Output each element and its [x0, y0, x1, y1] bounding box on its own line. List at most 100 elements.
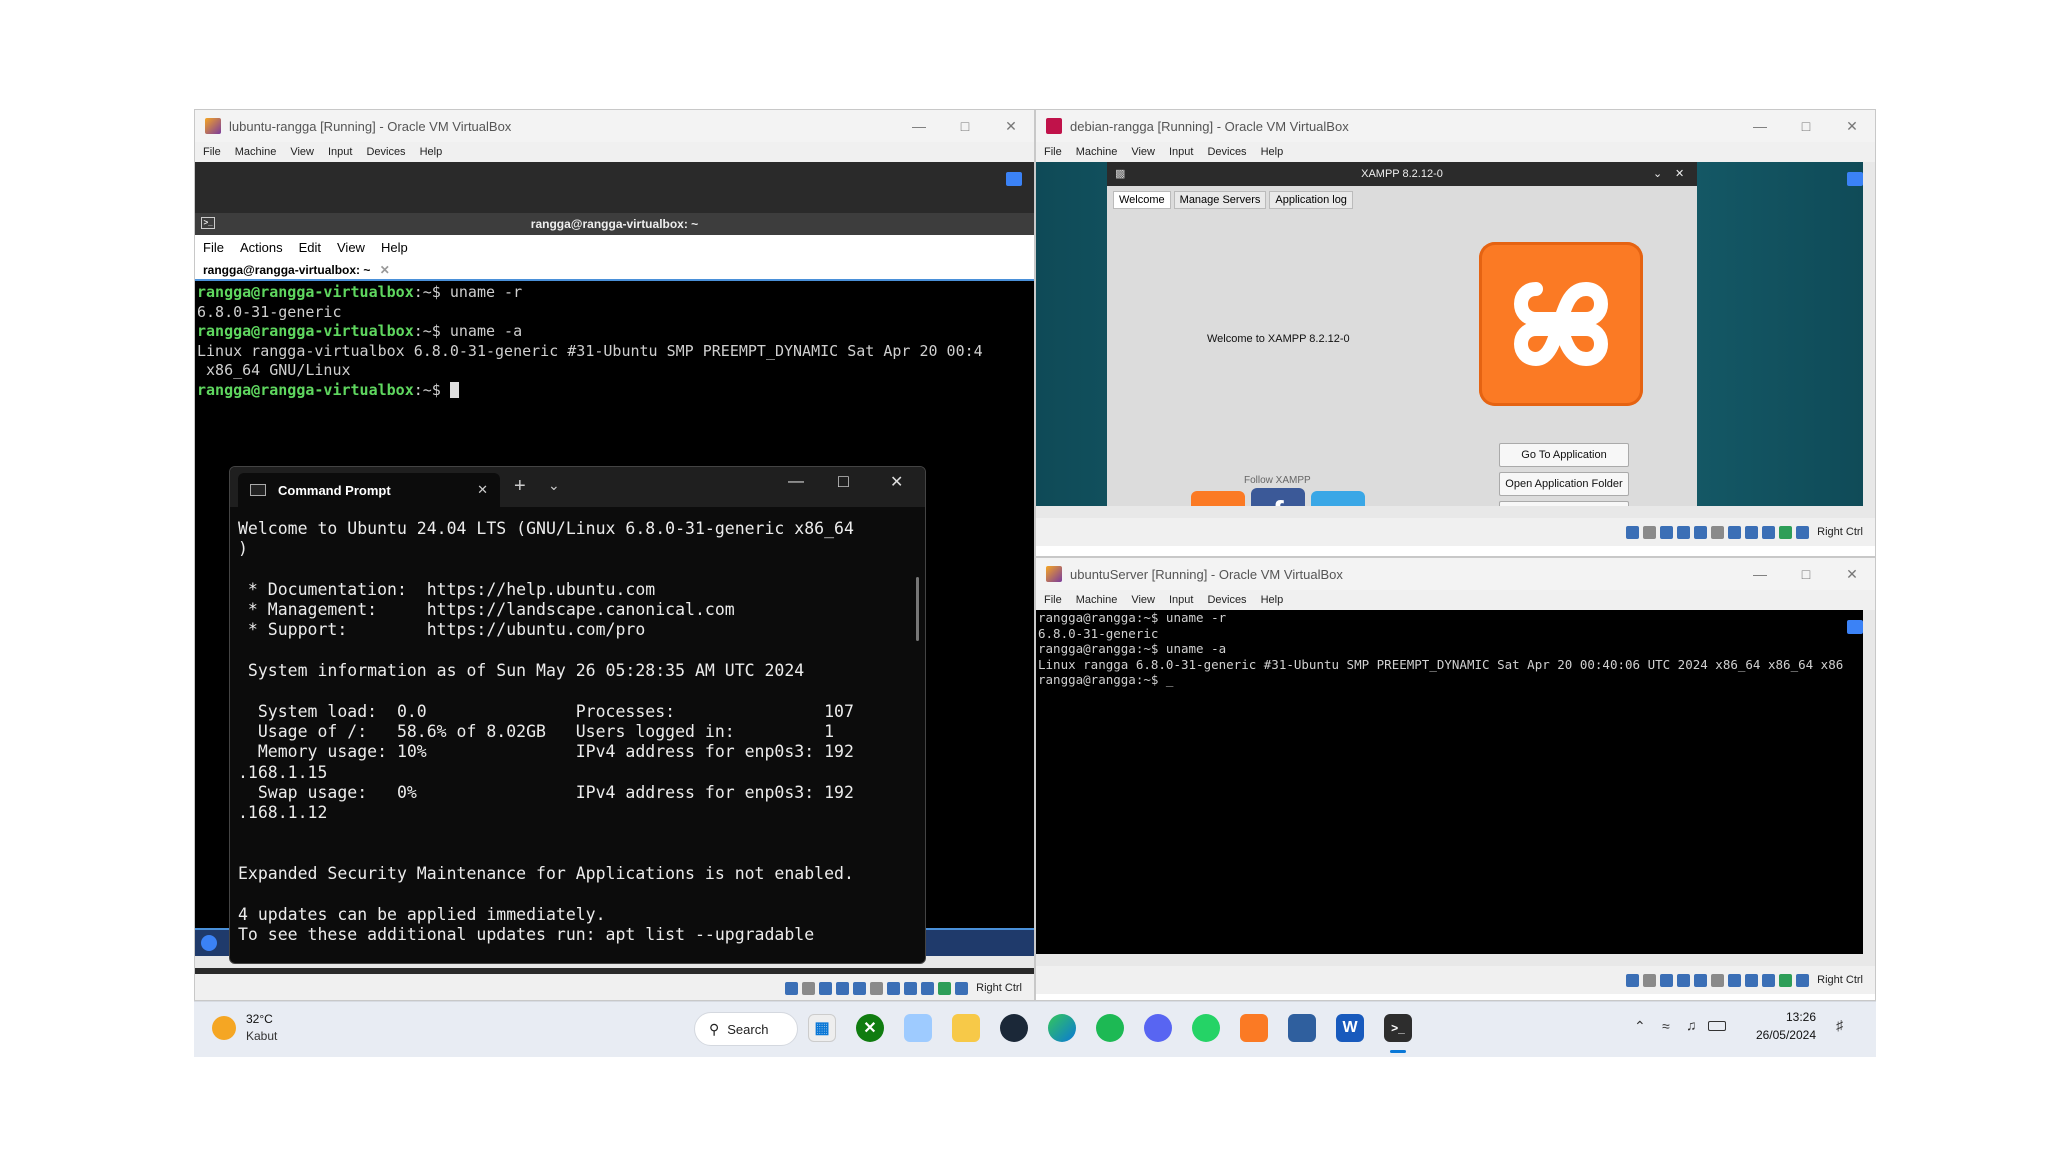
- clock-date[interactable]: 26/05/2024: [1750, 1028, 1816, 1042]
- optical-icon[interactable]: [802, 981, 816, 995]
- close-icon[interactable]: ✕: [1829, 118, 1875, 135]
- spotify-icon[interactable]: [1096, 1014, 1124, 1042]
- open-application-folder-button[interactable]: Open Application Folder: [1499, 472, 1629, 496]
- menu-view[interactable]: View: [1131, 594, 1155, 606]
- chevron-down-icon[interactable]: ⌄: [548, 477, 560, 494]
- cpu-icon[interactable]: [921, 981, 935, 995]
- volume-icon[interactable]: ♫: [1686, 1017, 1697, 1033]
- xampp-taskbar-icon[interactable]: [1240, 1014, 1268, 1042]
- guest-additions-icon[interactable]: [1779, 525, 1793, 539]
- ubuntu-server-vm-window[interactable]: ubuntuServer [Running] - Oracle VM Virtu…: [1035, 557, 1876, 1001]
- xampp-menu-icon[interactable]: ▩: [1115, 162, 1125, 186]
- guest-additions-icon[interactable]: [1779, 973, 1793, 987]
- notification-bell-icon[interactable]: ♯: [1836, 1017, 1843, 1033]
- storage-icon[interactable]: [1626, 973, 1640, 987]
- shared-folder-icon[interactable]: [1711, 973, 1725, 987]
- debian-guest-display[interactable]: ▩ XAMPP 8.2.12-0 ⌄ ✕ Welcome Manage Serv…: [1036, 162, 1875, 518]
- shared-folder-icon[interactable]: [870, 981, 884, 995]
- guest-additions-icon[interactable]: [938, 981, 952, 995]
- menu-view[interactable]: View: [290, 146, 314, 158]
- menu-devices[interactable]: Devices: [1207, 594, 1246, 606]
- tab-close-icon[interactable]: ✕: [380, 263, 390, 277]
- minimize-icon[interactable]: —: [788, 473, 804, 491]
- xbox-icon[interactable]: ✕: [856, 1014, 884, 1042]
- close-icon[interactable]: ✕: [1829, 566, 1875, 583]
- optical-icon[interactable]: [1643, 525, 1657, 539]
- recording-icon[interactable]: [1745, 973, 1759, 987]
- minimize-icon[interactable]: —: [1737, 118, 1783, 134]
- term-menu-file[interactable]: File: [203, 240, 224, 255]
- ubuntu-server-title-bar[interactable]: ubuntuServer [Running] - Oracle VM Virtu…: [1036, 558, 1875, 590]
- menu-machine[interactable]: Machine: [1076, 594, 1118, 606]
- horizontal-scrollbar[interactable]: [1036, 506, 1863, 518]
- menu-file[interactable]: File: [1044, 594, 1062, 606]
- menu-devices[interactable]: Devices: [1207, 146, 1246, 158]
- maximize-icon[interactable]: □: [1783, 566, 1829, 582]
- close-icon[interactable]: ✕: [988, 118, 1034, 135]
- display-icon[interactable]: [887, 981, 901, 995]
- menu-input[interactable]: Input: [328, 146, 352, 158]
- edge-icon[interactable]: [1048, 1014, 1076, 1042]
- debian-title-bar[interactable]: debian-rangga [Running] - Oracle VM Virt…: [1036, 110, 1875, 142]
- tab-close-icon[interactable]: ✕: [477, 482, 488, 498]
- cmd-scrollbar-thumb[interactable]: [916, 577, 919, 641]
- xampp-titlebar[interactable]: ▩ XAMPP 8.2.12-0 ⌄ ✕: [1107, 162, 1697, 186]
- taskbar-search[interactable]: ⚲ Search: [694, 1012, 798, 1046]
- new-tab-icon[interactable]: +: [514, 475, 526, 498]
- menu-input[interactable]: Input: [1169, 146, 1193, 158]
- terminal-taskbar-icon[interactable]: >_: [1384, 1014, 1412, 1042]
- mouse-integration-icon[interactable]: [1796, 973, 1810, 987]
- start-menu-icon[interactable]: [201, 935, 217, 951]
- close-icon[interactable]: ✕: [890, 472, 903, 492]
- tab-welcome[interactable]: Welcome: [1113, 191, 1171, 209]
- wifi-icon[interactable]: ≈: [1662, 1018, 1670, 1034]
- usb-icon[interactable]: [853, 981, 867, 995]
- file-explorer-icon[interactable]: [952, 1014, 980, 1042]
- battery-icon[interactable]: [1708, 1021, 1726, 1031]
- mouse-integration-icon[interactable]: [1796, 525, 1810, 539]
- audio-icon[interactable]: [1660, 525, 1674, 539]
- term-menu-view[interactable]: View: [337, 240, 365, 255]
- recording-icon[interactable]: [904, 981, 918, 995]
- chevron-up-icon[interactable]: ⌃: [1634, 1018, 1646, 1035]
- lubuntu-title-bar[interactable]: lubuntu-rangga [Running] - Oracle VM Vir…: [195, 110, 1034, 142]
- tab-manage-servers[interactable]: Manage Servers: [1173, 191, 1267, 209]
- menu-file[interactable]: File: [203, 146, 221, 158]
- microsoft-store-icon[interactable]: ▦: [808, 1014, 836, 1042]
- close-icon[interactable]: ✕: [1675, 162, 1684, 186]
- maximize-icon[interactable]: □: [1783, 118, 1829, 134]
- photos-icon[interactable]: [904, 1014, 932, 1042]
- cpu-icon[interactable]: [1762, 973, 1776, 987]
- menu-help[interactable]: Help: [420, 146, 443, 158]
- maximize-icon[interactable]: □: [838, 471, 849, 492]
- clock-time[interactable]: 13:26: [1756, 1010, 1816, 1024]
- vertical-scrollbar[interactable]: [1863, 162, 1875, 518]
- ubuntu-server-console[interactable]: rangga@rangga:~$ uname -r 6.8.0-31-gener…: [1036, 610, 1875, 966]
- maximize-icon[interactable]: □: [942, 118, 988, 134]
- network-icon[interactable]: [1677, 525, 1691, 539]
- usb-icon[interactable]: [1694, 973, 1708, 987]
- vertical-scrollbar[interactable]: [1863, 610, 1875, 966]
- weather-widget[interactable]: 32°C Kabut: [212, 1010, 332, 1050]
- word-icon[interactable]: W: [1336, 1014, 1364, 1042]
- optical-icon[interactable]: [1643, 973, 1657, 987]
- term-menu-help[interactable]: Help: [381, 240, 408, 255]
- tab-command-prompt[interactable]: Command Prompt ✕: [238, 473, 500, 507]
- menu-view[interactable]: View: [1131, 146, 1155, 158]
- network-icon[interactable]: [1677, 973, 1691, 987]
- xampp-window[interactable]: ▩ XAMPP 8.2.12-0 ⌄ ✕ Welcome Manage Serv…: [1107, 162, 1697, 518]
- notification-icon[interactable]: [1847, 172, 1863, 186]
- term-menu-actions[interactable]: Actions: [240, 240, 283, 255]
- menu-devices[interactable]: Devices: [366, 146, 405, 158]
- menu-help[interactable]: Help: [1261, 594, 1284, 606]
- discord-icon[interactable]: [1144, 1014, 1172, 1042]
- storage-icon[interactable]: [1626, 525, 1640, 539]
- cmd-output[interactable]: Welcome to Ubuntu 24.04 LTS (GNU/Linux 6…: [238, 519, 908, 945]
- guest-terminal-tab[interactable]: rangga@rangga-virtualbox: ~ ✕: [199, 261, 394, 281]
- notification-icon[interactable]: [1006, 172, 1022, 186]
- command-prompt-window[interactable]: Command Prompt ✕ + ⌄ — □ ✕ Welcome to Ub…: [229, 466, 926, 964]
- recording-icon[interactable]: [1745, 525, 1759, 539]
- usb-icon[interactable]: [1694, 525, 1708, 539]
- virtualbox-taskbar-icon[interactable]: [1288, 1014, 1316, 1042]
- steam-icon[interactable]: [1000, 1014, 1028, 1042]
